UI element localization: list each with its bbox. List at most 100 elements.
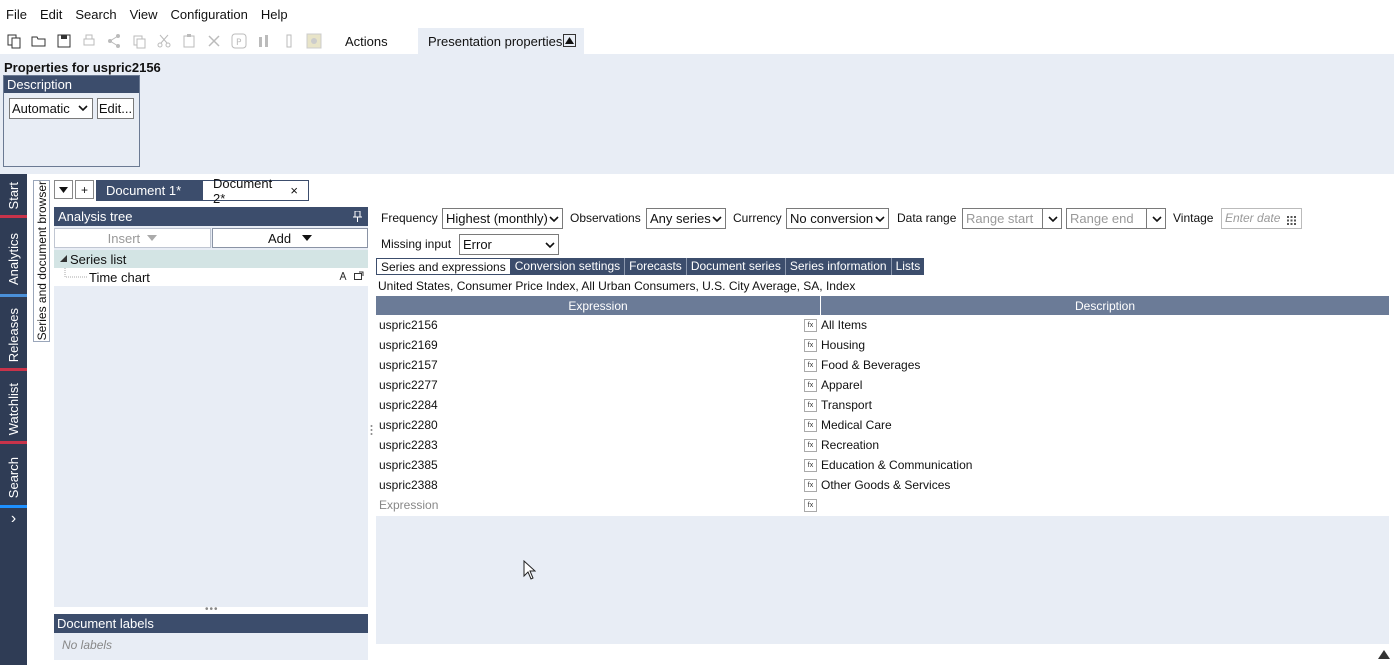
paste-icon[interactable] (178, 30, 200, 52)
collapse-up-icon[interactable] (563, 34, 576, 47)
tab-document-series[interactable]: Document series (687, 258, 786, 275)
share-icon[interactable] (103, 30, 125, 52)
range-start-select[interactable]: Range start (962, 208, 1062, 229)
table-row[interactable]: uspric2284 fx Transport (376, 395, 1389, 415)
tree-node-series-list[interactable]: Series list (54, 250, 368, 268)
row-description[interactable]: Other Goods & Services (821, 478, 950, 492)
table-row[interactable]: uspric2280 fx Medical Care (376, 415, 1389, 435)
vintage-date-input[interactable]: Enter date (1221, 208, 1302, 229)
row-expression[interactable]: uspric2280 (376, 418, 804, 432)
insert-button[interactable]: Insert (54, 228, 211, 248)
column-icon[interactable] (278, 30, 300, 52)
menu-file[interactable]: File (6, 7, 27, 22)
menu-edit[interactable]: Edit (40, 7, 62, 22)
row-description[interactable]: Transport (821, 398, 872, 412)
row-description[interactable]: Apparel (821, 378, 862, 392)
row-description[interactable]: Housing (821, 338, 865, 352)
rename-icon[interactable] (354, 271, 364, 283)
row-expression[interactable]: uspric2169 (376, 338, 804, 352)
vertical-splitter[interactable] (370, 424, 373, 438)
menu-view[interactable]: View (130, 7, 158, 22)
presentation-properties-tab[interactable]: Presentation properties (418, 28, 584, 54)
open-icon[interactable] (28, 30, 50, 52)
add-button[interactable]: Add (212, 228, 368, 248)
delete-icon[interactable] (203, 30, 225, 52)
row-description[interactable]: Medical Care (821, 418, 892, 432)
image-icon[interactable] (303, 30, 325, 52)
row-expression[interactable]: uspric2283 (376, 438, 804, 452)
table-row[interactable]: uspric2157 fx Food & Beverages (376, 355, 1389, 375)
actions-menu[interactable]: Actions (345, 34, 388, 49)
table-row[interactable]: uspric2283 fx Recreation (376, 435, 1389, 455)
fx-icon[interactable]: fx (804, 498, 817, 512)
fx-icon[interactable]: fx (804, 418, 817, 432)
tree-node-time-chart[interactable]: Time chart (54, 268, 368, 286)
save-icon[interactable] (53, 30, 75, 52)
menu-configuration[interactable]: Configuration (171, 7, 248, 22)
menu-search[interactable]: Search (75, 7, 116, 22)
nav-tab-search[interactable]: Search (0, 447, 27, 508)
table-row[interactable]: uspric2385 fx Education & Communication (376, 455, 1389, 475)
row-description[interactable]: Education & Communication (821, 458, 972, 472)
nav-tab-start[interactable]: Start (0, 174, 27, 218)
expand-nav-icon[interactable]: › (0, 508, 27, 530)
nav-tab-analytics[interactable]: Analytics (0, 221, 27, 297)
row-expression[interactable]: uspric2388 (376, 478, 804, 492)
calendar-grid-icon[interactable] (1287, 212, 1296, 231)
tab-series-and-expressions[interactable]: Series and expressions (376, 258, 511, 275)
row-expression[interactable]: uspric2157 (376, 358, 804, 372)
new-document-tab-button[interactable]: + (75, 180, 94, 199)
frequency-select[interactable]: Highest (monthly) (442, 208, 563, 229)
fx-icon[interactable]: fx (804, 358, 817, 372)
chart-icon[interactable] (253, 30, 275, 52)
fx-icon[interactable]: fx (804, 338, 817, 352)
new-icon[interactable] (3, 30, 25, 52)
tab-list-dropdown[interactable] (54, 180, 73, 199)
description-mode-select[interactable]: Automatic (9, 98, 93, 119)
nav-tab-releases[interactable]: Releases (0, 300, 27, 371)
fx-icon[interactable]: fx (804, 378, 817, 392)
row-expression[interactable]: uspric2385 (376, 458, 804, 472)
table-row[interactable]: uspric2169 fx Housing (376, 335, 1389, 355)
p-icon[interactable]: P (228, 30, 250, 52)
fx-icon[interactable]: fx (804, 458, 817, 472)
fx-icon[interactable]: fx (804, 478, 817, 492)
table-row[interactable]: uspric2277 fx Apparel (376, 375, 1389, 395)
range-end-select[interactable]: Range end (1066, 208, 1166, 229)
new-expression-placeholder[interactable]: Expression (376, 498, 804, 512)
nav-tab-watchlist[interactable]: Watchlist (0, 374, 27, 444)
column-header-description[interactable]: Description (821, 296, 1389, 315)
fx-icon[interactable]: fx (804, 438, 817, 452)
currency-select[interactable]: No conversion (786, 208, 889, 229)
tab-series-information[interactable]: Series information (786, 258, 892, 275)
row-expression[interactable]: uspric2277 (376, 378, 804, 392)
fx-icon[interactable]: fx (804, 398, 817, 412)
series-document-browser-tab[interactable]: Series and document browser (33, 180, 50, 342)
font-a-icon[interactable] (339, 270, 347, 282)
print-icon[interactable] (78, 30, 100, 52)
cut-icon[interactable] (153, 30, 175, 52)
scroll-up-icon[interactable] (1378, 648, 1390, 659)
row-expression[interactable]: uspric2156 (376, 318, 804, 332)
row-description[interactable]: Recreation (821, 438, 879, 452)
pin-icon[interactable] (353, 210, 362, 229)
tab-forecasts[interactable]: Forecasts (625, 258, 687, 275)
close-tab-icon[interactable]: × (290, 183, 298, 198)
edit-description-button[interactable]: Edit... (97, 98, 134, 119)
tab-conversion-settings[interactable]: Conversion settings (511, 258, 626, 275)
copy-icon[interactable] (128, 30, 150, 52)
table-row[interactable]: uspric2388 fx Other Goods & Services (376, 475, 1389, 495)
menu-help[interactable]: Help (261, 7, 288, 22)
tab-document-2[interactable]: Document 2* × (202, 176, 309, 206)
column-header-expression[interactable]: Expression (376, 296, 821, 315)
tab-lists[interactable]: Lists (892, 258, 925, 275)
table-row[interactable]: uspric2156 fx All Items (376, 315, 1389, 335)
tab-document-1[interactable]: Document 1* (96, 180, 202, 201)
row-description[interactable]: All Items (821, 318, 867, 332)
missing-input-select[interactable]: Error (459, 234, 559, 255)
observations-select[interactable]: Any series (646, 208, 726, 229)
new-expression-row[interactable]: Expression fx (376, 495, 1389, 515)
row-description[interactable]: Food & Beverages (821, 358, 920, 372)
fx-icon[interactable]: fx (804, 318, 817, 332)
row-expression[interactable]: uspric2284 (376, 398, 804, 412)
